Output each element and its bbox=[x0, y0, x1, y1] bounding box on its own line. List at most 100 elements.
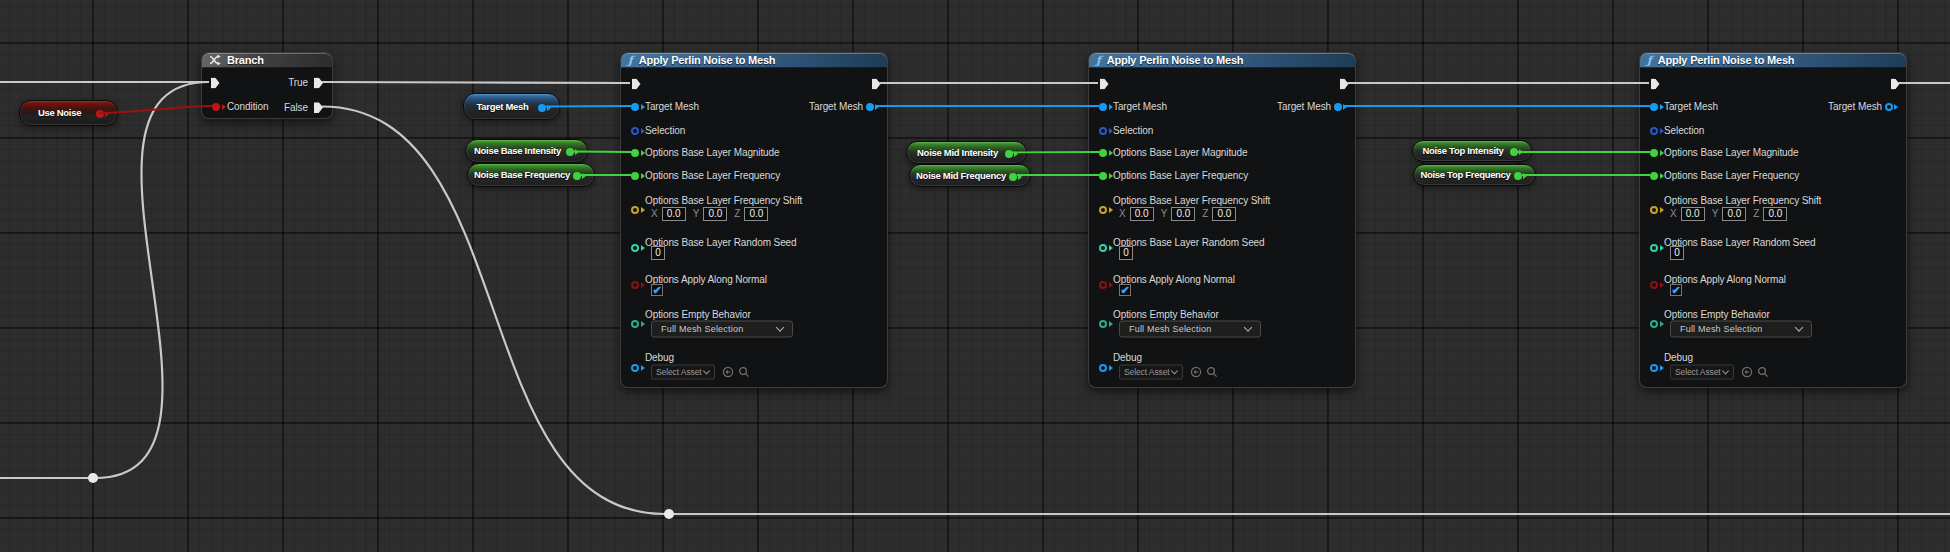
input-pin[interactable] bbox=[1650, 127, 1664, 135]
exec-in-pin[interactable] bbox=[211, 78, 220, 89]
exec-false-pin[interactable] bbox=[314, 102, 323, 113]
input-pin[interactable] bbox=[1650, 103, 1664, 111]
input-pin[interactable] bbox=[1099, 244, 1113, 252]
function-node-header[interactable]: ƒApply Perlin Noise to Mesh bbox=[621, 53, 887, 68]
input-pin[interactable] bbox=[1099, 206, 1113, 214]
browse-asset-icon[interactable] bbox=[1757, 366, 1769, 378]
pin-label: Options Base Layer Random Seed bbox=[645, 238, 797, 248]
number-value-field[interactable]: 0 bbox=[1670, 246, 1684, 260]
pin-label: True bbox=[288, 78, 308, 88]
input-pin[interactable] bbox=[1650, 149, 1664, 157]
asset-dropdown[interactable]: Select Asset bbox=[1119, 365, 1183, 380]
vector-value-field[interactable]: 0.0 bbox=[703, 207, 727, 221]
exec-true-pin[interactable] bbox=[314, 78, 323, 89]
vector-value-field[interactable]: 0.0 bbox=[1212, 207, 1236, 221]
variable-node-target-mesh[interactable]: Target Mesh bbox=[463, 93, 560, 120]
input-pin[interactable] bbox=[1099, 320, 1113, 328]
blueprint-graph-canvas[interactable]: BranchConditionTrueFalse Use Noise Target … bbox=[0, 0, 1950, 552]
checkbox[interactable]: ✔ bbox=[651, 284, 663, 296]
variable-node-use-noise[interactable]: Use Noise bbox=[19, 100, 118, 126]
variable-output-pin[interactable] bbox=[1514, 172, 1528, 180]
variable-output-pin[interactable] bbox=[1005, 150, 1019, 158]
variable-node-noise-base-frequency[interactable]: Noise Base Frequency bbox=[467, 163, 595, 187]
input-pin[interactable] bbox=[631, 244, 645, 252]
variable-node-noise-top-frequency[interactable]: Noise Top Frequency bbox=[1413, 164, 1536, 186]
number-value-field[interactable]: 0 bbox=[1119, 246, 1133, 260]
variable-output-pin[interactable] bbox=[1009, 173, 1023, 181]
input-pin[interactable] bbox=[1650, 206, 1664, 214]
exec-out-pin[interactable] bbox=[872, 79, 881, 90]
function-node-apply-perlin-1[interactable]: ƒApply Perlin Noise to MeshTarget MeshTa… bbox=[620, 52, 888, 388]
browse-asset-icon[interactable] bbox=[1206, 366, 1218, 378]
input-pin[interactable] bbox=[1650, 281, 1664, 289]
vector-value-field[interactable]: 0.0 bbox=[1722, 207, 1746, 221]
input-pin[interactable] bbox=[1099, 103, 1113, 111]
output-pin[interactable] bbox=[1885, 103, 1899, 111]
vector-value-field[interactable]: 0.0 bbox=[1763, 207, 1787, 221]
function-node-apply-perlin-3[interactable]: ƒApply Perlin Noise to MeshTarget MeshTa… bbox=[1639, 52, 1907, 388]
output-pin[interactable] bbox=[866, 103, 880, 111]
vector-value-field[interactable]: 0.0 bbox=[1171, 207, 1195, 221]
input-pin[interactable] bbox=[631, 320, 645, 328]
input-pin[interactable] bbox=[631, 206, 645, 214]
function-node-header[interactable]: ƒApply Perlin Noise to Mesh bbox=[1640, 53, 1906, 68]
checkbox[interactable]: ✔ bbox=[1670, 284, 1682, 296]
asset-dropdown[interactable]: Select Asset bbox=[651, 365, 715, 380]
exec-out-pin[interactable] bbox=[1340, 79, 1349, 90]
variable-node-noise-mid-intensity[interactable]: Noise Mid Intensity bbox=[906, 141, 1027, 164]
variable-node-noise-base-intensity[interactable]: Noise Base Intensity bbox=[465, 139, 588, 163]
input-pin[interactable] bbox=[1099, 149, 1113, 157]
input-pin[interactable] bbox=[631, 149, 645, 157]
input-pin[interactable] bbox=[1650, 172, 1664, 180]
wire-exec-reroute-a-to-branch[interactable] bbox=[95, 82, 209, 478]
number-value-field[interactable]: 0 bbox=[651, 246, 665, 260]
variable-output-pin[interactable] bbox=[1510, 148, 1524, 156]
reroute-node[interactable] bbox=[664, 509, 674, 519]
pin-label: Debug bbox=[645, 353, 674, 363]
variable-output-pin[interactable] bbox=[96, 110, 110, 118]
output-pin[interactable] bbox=[1334, 103, 1348, 111]
wire-exec-branch-true-to-node1[interactable] bbox=[322, 82, 630, 83]
enum-dropdown[interactable]: Full Mesh Selection bbox=[1670, 321, 1812, 338]
asset-dropdown[interactable]: Select Asset bbox=[1670, 365, 1734, 380]
function-node-apply-perlin-2[interactable]: ƒApply Perlin Noise to MeshTarget MeshTa… bbox=[1088, 52, 1356, 388]
input-pin[interactable] bbox=[1650, 244, 1664, 252]
use-selected-asset-icon[interactable] bbox=[1741, 366, 1753, 378]
input-pin[interactable] bbox=[631, 103, 645, 111]
variable-node-noise-mid-frequency[interactable]: Noise Mid Frequency bbox=[909, 164, 1031, 187]
input-pin[interactable] bbox=[631, 364, 645, 372]
exec-out-pin[interactable] bbox=[1891, 79, 1900, 90]
use-selected-asset-icon[interactable] bbox=[1190, 366, 1202, 378]
enum-dropdown[interactable]: Full Mesh Selection bbox=[1119, 321, 1261, 338]
vector-value-field[interactable]: 0.0 bbox=[662, 207, 686, 221]
browse-asset-icon[interactable] bbox=[738, 366, 750, 378]
variable-node-noise-top-intensity[interactable]: Noise Top Intensity bbox=[1412, 140, 1532, 162]
function-node-header[interactable]: ƒApply Perlin Noise to Mesh bbox=[1089, 53, 1355, 68]
pin-label: Target Mesh bbox=[1277, 102, 1331, 112]
exec-in-pin[interactable] bbox=[1651, 79, 1660, 90]
input-pin[interactable] bbox=[1099, 172, 1113, 180]
exec-in-pin[interactable] bbox=[632, 79, 641, 90]
use-selected-asset-icon[interactable] bbox=[722, 366, 734, 378]
enum-dropdown[interactable]: Full Mesh Selection bbox=[651, 321, 793, 338]
checkbox[interactable]: ✔ bbox=[1119, 284, 1131, 296]
variable-output-pin[interactable] bbox=[566, 148, 580, 156]
branch-node-header[interactable]: Branch bbox=[202, 53, 332, 68]
exec-in-pin[interactable] bbox=[1100, 79, 1109, 90]
input-pin[interactable] bbox=[1650, 364, 1664, 372]
variable-output-pin[interactable] bbox=[573, 172, 587, 180]
input-pin[interactable] bbox=[631, 127, 645, 135]
input-pin[interactable] bbox=[631, 172, 645, 180]
input-pin[interactable] bbox=[1650, 320, 1664, 328]
input-pin[interactable] bbox=[631, 281, 645, 289]
condition-pin[interactable] bbox=[212, 103, 226, 111]
vector-value-field[interactable]: 0.0 bbox=[1130, 207, 1154, 221]
input-pin[interactable] bbox=[1099, 281, 1113, 289]
input-pin[interactable] bbox=[1099, 127, 1113, 135]
reroute-node[interactable] bbox=[88, 473, 98, 483]
input-pin[interactable] bbox=[1099, 364, 1113, 372]
variable-output-pin[interactable] bbox=[538, 104, 552, 112]
vector-value-field[interactable]: 0.0 bbox=[744, 207, 768, 221]
branch-node[interactable]: BranchConditionTrueFalse bbox=[201, 52, 333, 119]
vector-value-field[interactable]: 0.0 bbox=[1681, 207, 1705, 221]
